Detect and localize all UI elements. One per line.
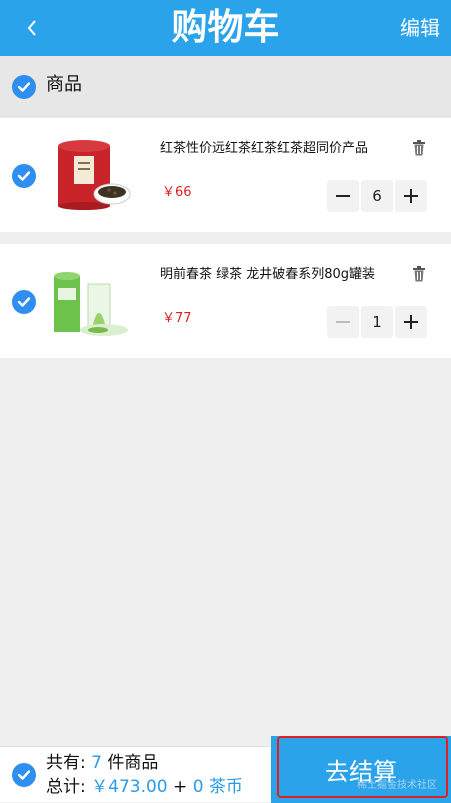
cart-item: 红茶性价远红茶红茶红茶超同价产品 ￥66 6 — [0, 118, 451, 232]
watermark: 稀土掘金技术社区 — [357, 780, 437, 791]
checkout-button[interactable]: 去结算 — [271, 736, 451, 803]
plus-icon — [404, 189, 418, 203]
check-icon — [17, 171, 31, 181]
item-name[interactable]: 红茶性价远红茶红茶红茶超同价产品 — [160, 140, 400, 158]
check-icon — [17, 297, 31, 307]
total-prefix: 总计: — [46, 777, 92, 797]
cart-item: 明前春茶 绿茶 龙井破春系列80g罐装 ￥77 1 — [0, 244, 451, 358]
section-label: 商品 — [46, 74, 82, 95]
count-prefix: 共有: — [46, 753, 92, 773]
trash-icon[interactable] — [412, 266, 426, 282]
total-line: 总计: ￥473.00 + 0 茶币 — [46, 775, 243, 799]
decrease-button[interactable] — [327, 306, 359, 338]
select-all-products-checkbox[interactable] — [12, 75, 36, 99]
minus-icon — [336, 321, 350, 323]
total-amount: ￥473.00 — [91, 777, 168, 797]
red-tea-tin-image — [52, 132, 132, 212]
checkout-bar: 共有: 7 件商品 总计: ￥473.00 + 0 茶币 去结算 稀土掘金技术社… — [0, 736, 451, 803]
minus-icon — [336, 195, 350, 197]
plus-icon — [404, 315, 418, 329]
check-icon — [17, 82, 31, 92]
green-tea-tin-image — [52, 258, 132, 338]
order-summary: 共有: 7 件商品 总计: ￥473.00 + 0 茶币 — [46, 751, 243, 799]
item-checkbox[interactable] — [12, 164, 36, 188]
item-price: ￥77 — [162, 311, 192, 326]
coin-amount: 0 茶币 — [192, 777, 243, 797]
back-button[interactable] — [20, 14, 44, 42]
page-title: 购物车 — [171, 7, 280, 48]
item-price: ￥66 — [162, 185, 192, 200]
plus-sign: + — [167, 777, 193, 797]
item-count: 7 — [91, 753, 102, 773]
quantity-value[interactable]: 1 — [361, 306, 393, 338]
select-all-checkbox[interactable] — [12, 763, 36, 787]
item-name[interactable]: 明前春茶 绿茶 龙井破春系列80g罐装 — [160, 266, 400, 284]
increase-button[interactable] — [395, 180, 427, 212]
count-suffix: 件商品 — [101, 753, 159, 773]
quantity-stepper: 6 — [327, 180, 427, 212]
quantity-stepper: 1 — [327, 306, 427, 338]
edit-button[interactable]: 编辑 — [400, 16, 440, 40]
increase-button[interactable] — [395, 306, 427, 338]
quantity-value[interactable]: 6 — [361, 180, 393, 212]
item-checkbox[interactable] — [12, 290, 36, 314]
trash-icon[interactable] — [412, 140, 426, 156]
item-count-line: 共有: 7 件商品 — [46, 751, 243, 775]
check-icon — [17, 770, 31, 780]
section-header: 商品 — [0, 56, 451, 117]
chevron-left-icon — [27, 20, 36, 36]
decrease-button[interactable] — [327, 180, 359, 212]
header-bar: 购物车 编辑 — [0, 0, 451, 56]
